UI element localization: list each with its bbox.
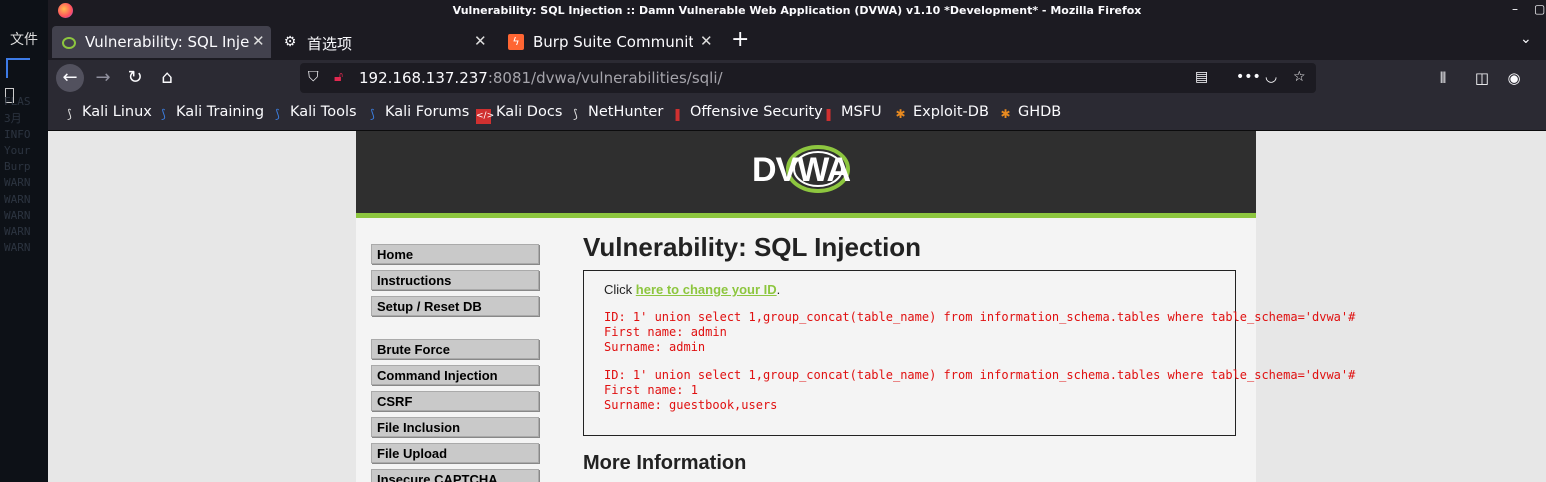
menu-home[interactable]: Home [371,244,539,264]
bookmark-offensive-security[interactable]: ❚ Offensive Security [670,104,822,122]
bookmark-exploit-db[interactable]: ✱ Exploit-DB [893,104,988,122]
reload-icon[interactable]: ↻ [121,64,149,92]
result-surname: Surname: guestbook,users [604,398,778,412]
terminal-line: WARN [4,192,31,206]
menu-file-upload[interactable]: File Upload [371,443,539,463]
more-information-heading: More Information [583,452,747,474]
insecure-lock-icon[interactable]: 🔓︎ [334,69,343,85]
window-titlebar: Vulnerability: SQL Injection :: Damn Vul… [48,0,1546,22]
change-id-link[interactable]: here to change your ID [636,282,777,297]
close-tab-icon[interactable]: ✕ [474,32,487,50]
terminal-line: FLAS [4,95,31,109]
home-icon[interactable]: ⌂ [153,64,181,92]
bookmark-ghdb[interactable]: ✱ GHDB [998,104,1061,122]
docs-icon: </> [476,109,494,124]
menu-brute-force[interactable]: Brute Force [371,339,539,359]
library-icon[interactable]: ⫴ [1429,64,1457,92]
terminal-line: WARN [4,225,31,239]
new-tab-button[interactable]: + [731,29,749,51]
forward-arrow-icon[interactable]: → [89,64,117,92]
tab-burp-suite[interactable]: ϟ Burp Suite Community Ed ✕ [500,26,718,58]
spider-icon: ✱ [1000,107,1011,121]
kali-icon: ⟆ [67,107,72,121]
terminal-line: 3月 [4,111,22,125]
back-arrow-icon[interactable]: ← [56,64,84,92]
page-title: Vulnerability: SQL Injection [583,232,922,262]
navigation-toolbar: ← → ↻ ⌂ ⛉ 🔓︎ 192.168.137.237:8081/dvwa/v… [48,60,1546,96]
list-all-tabs-icon[interactable]: ⌄ [1520,31,1532,47]
close-tab-icon[interactable]: ✕ [700,32,713,50]
menu-file-inclusion[interactable]: File Inclusion [371,417,539,437]
tab-preferences[interactable]: ⚙ 首选项 ✕ [274,26,492,58]
bookmark-msfu[interactable]: ❚ MSFU [821,104,881,122]
terminal-line: WARN [4,208,31,222]
menu-instructions[interactable]: Instructions [371,270,539,290]
menu-command-injection[interactable]: Command Injection [371,365,539,385]
window-title: Vulnerability: SQL Injection :: Damn Vul… [452,4,1142,17]
dvwa-page: DVWA Home Instructions Setup / Reset DB … [356,131,1355,482]
result-surname: Surname: admin [604,340,706,354]
shield-icon[interactable]: ⛉ [308,69,319,85]
result-id: ID: 1' union select 1,group_concat(table… [604,310,1356,324]
url-path: :8081/dvwa/vulnerabilities/sqli/ [487,69,723,87]
menu-csrf[interactable]: CSRF [371,391,539,411]
tab-label: Vulnerability: SQL Injectio [85,33,250,51]
bookmark-kali-linux[interactable]: ⟆ Kali Linux [62,104,152,122]
kali-icon: ⟆ [370,107,375,121]
terminal-window: 文件 FLAS 3月 INFO Your Burp WARN WARN WARN WARN WAR… [0,0,49,482]
tab-dvwa-sqli[interactable]: Vulnerability: SQL Injectio ✕ [52,26,271,58]
page-viewport: DVWA Home Instructions Setup / Reset DB … [48,131,1546,482]
terminal-line: INFO [4,127,31,141]
offsec-icon: ❚ [672,107,683,121]
bookmark-kali-forums[interactable]: ⟆ Kali Forums [365,104,469,122]
result-block: ID: 1' union select 1,group_concat(table… [604,368,1355,413]
menu-insecure-captcha[interactable]: Insecure CAPTCHA [371,469,539,482]
sidebar-icon[interactable]: ◫ [1468,64,1496,92]
close-tab-icon[interactable]: ✕ [252,32,265,50]
tab-bar: Vulnerability: SQL Injectio ✕ ⚙ 首选项 ✕ ϟ … [48,22,1546,60]
terminal-line: WARN [4,241,31,255]
address-bar[interactable]: ⛉ 🔓︎ 192.168.137.237:8081/dvwa/vulnerabi… [300,63,1316,93]
result-id: ID: 1' union select 1,group_concat(table… [604,368,1356,382]
dvwa-favicon-icon [62,37,76,49]
menu-setup-reset-db[interactable]: Setup / Reset DB [371,296,539,316]
pocket-icon[interactable]: ◡ [1265,69,1277,85]
terminal-menu-file[interactable]: 文件 [10,29,38,49]
url-text[interactable]: 192.168.137.237:8081/dvwa/vulnerabilitie… [359,69,723,87]
reader-view-icon[interactable]: ▤ [1195,69,1208,85]
kali-icon: ⟆ [573,107,578,121]
page-actions-icon[interactable]: ••• [1236,69,1261,85]
bookmark-kali-training[interactable]: ⟆ Kali Training [156,104,264,122]
kali-icon: ⟆ [161,107,166,121]
result-block: ID: 1' union select 1,group_concat(table… [604,310,1355,355]
maximize-button[interactable]: ▢ [1534,2,1545,16]
dvwa-logo: DVWA [752,151,851,189]
account-icon[interactable]: ◉ [1500,64,1528,92]
result-first-name: First name: admin [604,325,727,339]
bookmark-kali-docs[interactable]: </> Kali Docs [476,104,562,124]
minimize-button[interactable]: – [1512,2,1518,16]
bookmark-star-icon[interactable]: ☆ [1293,69,1306,85]
burp-favicon-icon: ϟ [508,34,524,50]
gear-icon: ⚙ [283,34,297,50]
dvwa-header: DVWA [356,131,1256,218]
results-box: Click here to change your ID. ID: 1' uni… [583,270,1355,436]
offsec-icon: ❚ [823,107,834,121]
terminal-line: Your [4,144,31,158]
bookmark-kali-tools[interactable]: ⟆ Kali Tools [270,104,356,122]
spider-icon: ✱ [895,107,906,121]
result-first-name: First name: 1 [604,383,698,397]
terminal-output: FLAS 3月 INFO Your Burp WARN WARN WARN WARN WARN [4,62,48,256]
tab-label: Burp Suite Community Ed [533,33,693,51]
tab-label: 首选项 [307,35,353,53]
bookmarks-toolbar: ⟆ Kali Linux ⟆ Kali Training ⟆ Kali Tools ⟆… [48,96,1546,131]
terminal-line: WARN [4,176,31,190]
change-id-text: Click here to change your ID. [604,282,781,297]
terminal-line: Burp [4,160,31,174]
bookmark-nethunter[interactable]: ⟆ NetHunter [568,104,663,122]
url-host: 192.168.137.237 [359,69,488,87]
kali-icon: ⟆ [275,107,280,121]
